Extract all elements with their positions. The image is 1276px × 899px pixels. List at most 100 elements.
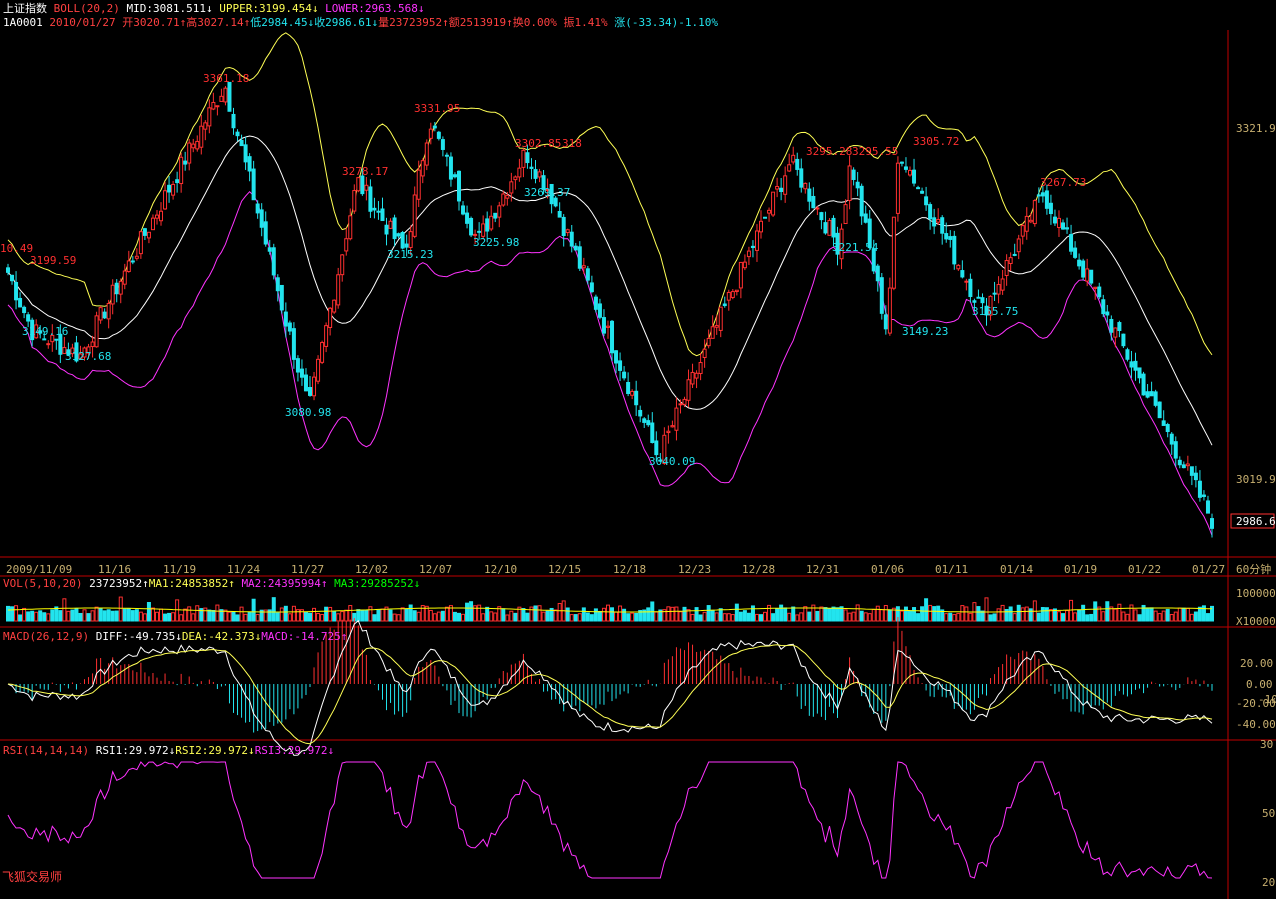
volume-bar (1056, 611, 1061, 622)
volume-bar (1153, 610, 1158, 622)
candle-body (481, 223, 486, 237)
macd-axis-4: -40.00 (1236, 718, 1276, 731)
candle-body (585, 268, 590, 281)
candle-body (1032, 200, 1037, 225)
candle-body (891, 216, 896, 289)
candle-body (364, 184, 369, 191)
volume-bar (1157, 613, 1162, 622)
volume-bar (320, 614, 325, 622)
volume-bar (819, 606, 824, 622)
candle-body (976, 296, 981, 299)
candle-body (1093, 286, 1098, 289)
volume-bar (916, 613, 921, 622)
candle-body (614, 350, 619, 364)
candle-body (577, 246, 582, 269)
candle-body (996, 284, 1001, 295)
candle-body (674, 407, 679, 431)
annotation-high: 3267.73 (1040, 176, 1086, 189)
candle-body (1125, 349, 1130, 360)
candle-body (6, 267, 10, 273)
candle-body (734, 289, 739, 292)
volume-bar (1181, 607, 1186, 622)
candle-body (992, 292, 997, 295)
volume-bar (102, 610, 107, 622)
volume-bar (968, 612, 973, 622)
volume-bar (452, 611, 457, 622)
candle-body (251, 168, 256, 201)
candle-body (344, 238, 349, 252)
candle-body (308, 387, 313, 396)
candle-body (771, 191, 776, 216)
volume-bar (1004, 609, 1009, 622)
candle-body (247, 156, 252, 172)
volume-bar (303, 611, 308, 622)
candle-body (118, 280, 123, 295)
volume-bar (787, 612, 792, 622)
candle-body (465, 212, 470, 224)
volume-bar (412, 610, 417, 622)
candle-body (420, 160, 425, 177)
candle-body (461, 205, 466, 215)
annotation-high: 318 (562, 137, 582, 150)
candle-body (1012, 253, 1017, 256)
candle-body (408, 231, 413, 248)
candle-body (505, 194, 510, 199)
volume-bar (231, 611, 236, 622)
candle-body (122, 270, 127, 285)
volume-bar (771, 613, 776, 622)
volume-bar (577, 613, 582, 622)
volume-bar (372, 614, 377, 622)
volume-bar (227, 611, 232, 622)
volume-bar (1048, 609, 1053, 622)
candle-body (14, 281, 19, 301)
date-label: 11/24 (227, 563, 260, 576)
volume-bar (565, 607, 570, 622)
volume-bar (855, 604, 860, 622)
candle-body (444, 154, 449, 157)
rsi-axis-50: 50 (1262, 807, 1275, 820)
candle-body (219, 95, 224, 102)
volume-bar (416, 611, 421, 622)
volume-bar (1185, 607, 1190, 622)
candle-body (682, 398, 687, 405)
volume-bar (1205, 613, 1210, 622)
annotation-high: 3199.59 (30, 254, 76, 267)
volume-bar (114, 610, 119, 622)
candle-body (231, 113, 236, 129)
candle-body (630, 390, 635, 396)
candle-body (710, 326, 715, 339)
volume-bar (726, 613, 731, 622)
volume-bar (992, 613, 997, 622)
volume-bar (22, 607, 27, 622)
candle-body (428, 128, 433, 139)
volume-bar (960, 605, 965, 622)
volume-bar (610, 607, 615, 622)
date-label: 11/16 (98, 563, 131, 576)
candle-body (380, 208, 385, 222)
volume-bar (569, 614, 574, 622)
volume-bar (670, 606, 675, 622)
candle-body (1153, 391, 1158, 406)
volume-bar (348, 605, 353, 622)
candle-body (851, 169, 856, 180)
annotation-low: 3080.98 (285, 406, 331, 419)
boll-lower-line (7, 190, 1213, 536)
candle-body (726, 291, 731, 301)
candle-body (746, 250, 751, 258)
volume-ma2: MA2:24395994↑ (241, 577, 328, 590)
volume-bar (883, 605, 888, 622)
candle-body (666, 430, 671, 434)
annotation-high: 3295.28 (806, 145, 852, 158)
candle-body (779, 187, 784, 193)
volume-bar (368, 606, 373, 622)
candle-body (1117, 322, 1122, 332)
volume-bar (690, 613, 695, 622)
candle-body (1101, 299, 1106, 315)
date-label: 12/15 (548, 563, 581, 576)
candle-body (1133, 360, 1138, 371)
volume-bar (1077, 609, 1082, 622)
candle-body (368, 186, 373, 212)
candle-body (360, 175, 365, 195)
volume-bar (714, 612, 719, 622)
volume-bar (10, 606, 15, 622)
